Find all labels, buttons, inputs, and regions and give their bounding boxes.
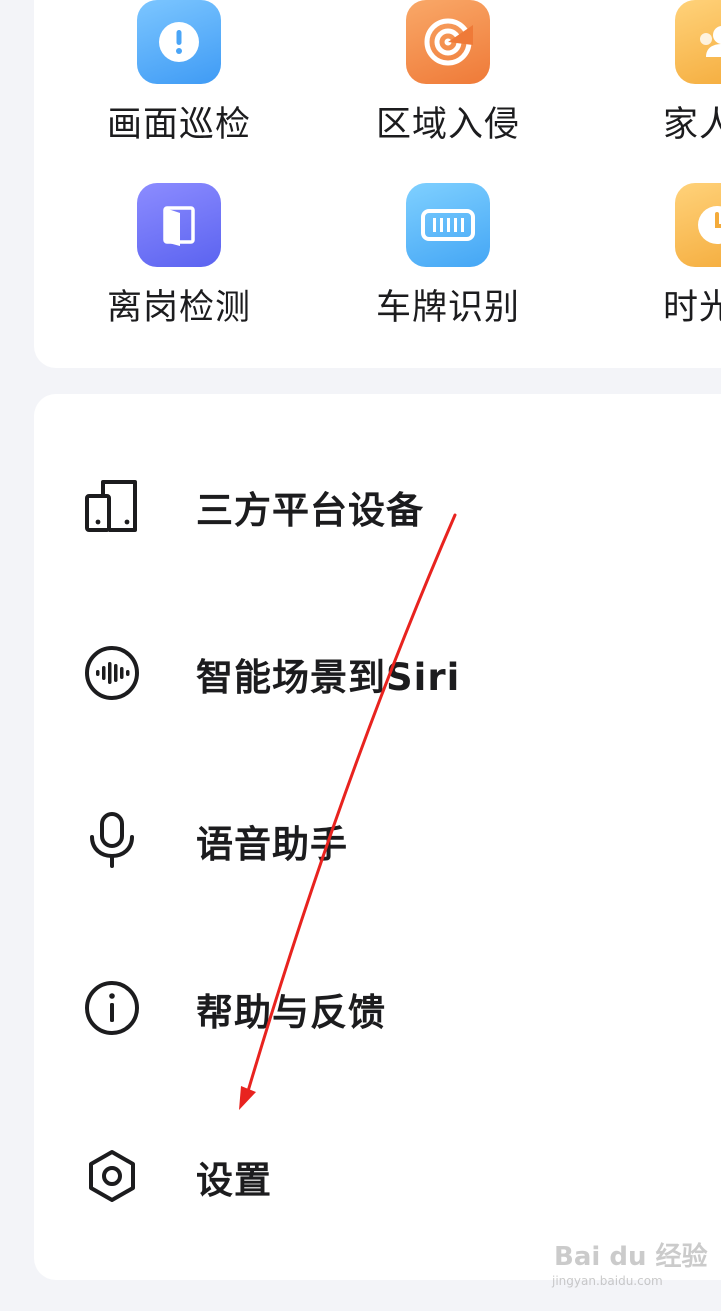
menu-item-help-feedback[interactable]: 帮助与反馈: [34, 934, 721, 1074]
voice-wave-icon: [80, 641, 144, 705]
feature-time-lapse[interactable]: 时光缩: [617, 183, 721, 333]
feature-label: 家人守: [662, 105, 721, 145]
menu-label: 设置: [196, 1159, 272, 1202]
menu-item-settings[interactable]: 设置: [34, 1102, 721, 1242]
menu-label: 智能场景到Siri: [196, 656, 461, 699]
feature-area-intrusion[interactable]: 区域入侵: [348, 0, 548, 150]
watermark: Bai du 经验 jingyan.baidu.com: [548, 1236, 708, 1296]
feature-label: 车牌识别: [375, 288, 520, 328]
menu-item-third-party-devices[interactable]: 三方平台设备: [34, 432, 721, 572]
feature-grid-card: 画面巡检 区域入侵 家人守: [34, 0, 721, 368]
menu-item-voice-assistant[interactable]: 语音助手: [34, 766, 721, 906]
feature-screen-patrol[interactable]: 画面巡检: [79, 0, 279, 150]
feature-leave-post-detection[interactable]: 离岗检测: [79, 183, 279, 333]
feature-label: 画面巡检: [106, 105, 251, 145]
menu-card: 三方平台设备 智能场景到Siri 语音助手 帮助与反馈 设置: [34, 394, 721, 1280]
menu-label: 三方平台设备: [196, 489, 424, 532]
watermark-url: jingyan.baidu.com: [552, 1274, 663, 1288]
family-icon: [675, 0, 721, 84]
devices-icon: [80, 474, 144, 538]
feature-label: 时光缩: [662, 288, 721, 328]
info-icon: [80, 976, 144, 1040]
watermark-logo-text: Bai du 经验: [554, 1242, 708, 1272]
alert-icon: [137, 0, 221, 84]
clock-icon: [675, 183, 721, 267]
radar-target-icon: [406, 0, 490, 84]
menu-label: 帮助与反馈: [196, 991, 386, 1034]
feature-label: 区域入侵: [375, 105, 520, 145]
microphone-icon: [80, 808, 144, 872]
page: 画面巡检 区域入侵 家人守: [0, 0, 721, 1311]
menu-item-siri-scenes[interactable]: 智能场景到Siri: [34, 599, 721, 739]
feature-license-plate[interactable]: 车牌识别: [348, 183, 548, 333]
license-plate-icon: [406, 183, 490, 267]
settings-hexagon-icon: [80, 1144, 144, 1208]
menu-label: 语音助手: [196, 823, 348, 866]
feature-label: 离岗检测: [106, 288, 251, 328]
door-exit-icon: [137, 183, 221, 267]
feature-family-guard[interactable]: 家人守: [617, 0, 721, 150]
